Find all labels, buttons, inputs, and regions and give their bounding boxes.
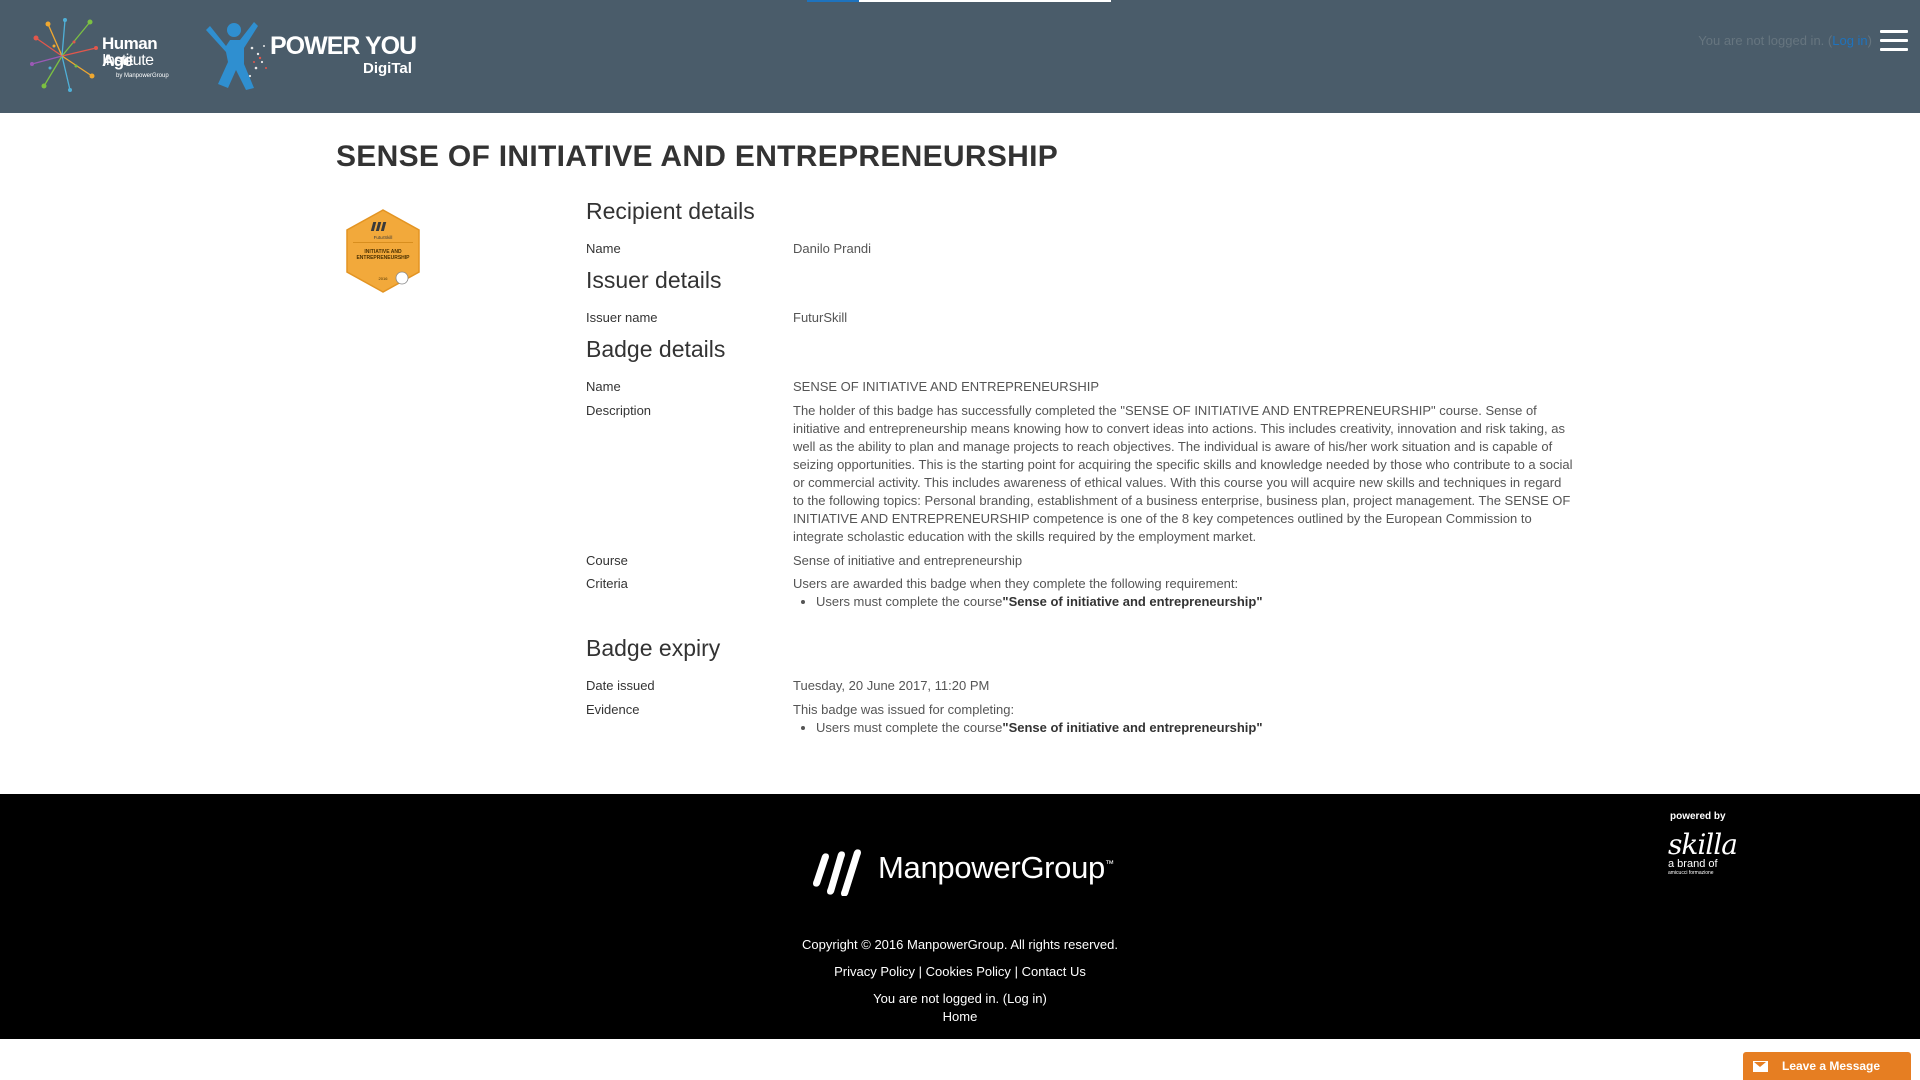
power-you-title: POWER YOU bbox=[270, 32, 417, 60]
badge-expiry-heading: Badge expiry bbox=[586, 635, 721, 661]
evidence-intro: This badge was issued for completing: bbox=[793, 702, 1015, 717]
date-issued-label: Date issued bbox=[586, 678, 655, 693]
privacy-policy-link[interactable]: Privacy Policy bbox=[834, 964, 915, 979]
criteria-course-name: "Sense of initiative and entrepreneurshi… bbox=[1002, 594, 1263, 609]
footer-home-link[interactable]: Home bbox=[943, 1009, 978, 1024]
page: Human Age Institute by ManpowerGroup POW… bbox=[0, 0, 1920, 1080]
criteria-item-text: Users must complete the course bbox=[816, 594, 1003, 609]
skilla-logo[interactable]: skilla a brand of amicucci formazione bbox=[1668, 828, 1738, 886]
human-age-institute-logo[interactable]: Human Age Institute by ManpowerGroup bbox=[30, 18, 185, 94]
recipient-name-value: Danilo Prandi bbox=[793, 241, 872, 256]
jumping-person-icon bbox=[206, 22, 267, 90]
hamburger-line bbox=[1880, 39, 1908, 42]
page-load-progress-fill bbox=[807, 0, 859, 2]
issuer-name-label: Issuer name bbox=[586, 310, 658, 325]
badge-description-value: The holder of this badge has successfull… bbox=[793, 403, 1573, 544]
hamburger-menu-icon[interactable] bbox=[1880, 30, 1908, 52]
badge-label-line2: ENTREPRENEURSHIP bbox=[356, 255, 410, 261]
issuer-name-row: Issuer name FuturSkill bbox=[586, 309, 1586, 327]
footer-login-status[interactable]: You are not logged in. (Log in) bbox=[0, 991, 1920, 1006]
evidence-row: Evidence This badge was issued for compl… bbox=[586, 701, 1586, 737]
badge-criteria-label: Criteria bbox=[586, 576, 628, 591]
leave-message-button[interactable]: Leave a Message bbox=[1743, 1052, 1911, 1080]
badge-course-label: Course bbox=[586, 553, 628, 568]
badge-course-row: Course Sense of initiative and entrepren… bbox=[586, 552, 1586, 570]
badge-criteria-value: Users are awarded this badge when they c… bbox=[793, 575, 1573, 611]
powered-by-label: powered by bbox=[1670, 811, 1726, 822]
badge-description-label: Description bbox=[586, 403, 652, 418]
trademark-symbol: ™ bbox=[1105, 858, 1114, 869]
badge-name-value: SENSE OF INITIATIVE AND ENTREPRENEURSHIP bbox=[793, 379, 1100, 394]
header-login-status: You are not logged in. (Log in) bbox=[1698, 33, 1872, 48]
issuer-name-value: FuturSkill bbox=[793, 310, 848, 325]
criteria-list-item: Users must complete the course"Sense of … bbox=[816, 593, 1573, 611]
login-status-suffix: ) bbox=[1867, 33, 1872, 48]
badge-image: FuturSkill INITIATIVE AND ENTREPRENEURSH… bbox=[345, 208, 421, 294]
criteria-list: Users must complete the course"Sense of … bbox=[816, 593, 1573, 611]
evidence-item-text: Users must complete the course bbox=[816, 720, 1003, 735]
page-load-progress bbox=[807, 0, 1111, 2]
badge-details-heading: Badge details bbox=[586, 336, 726, 362]
badge-org-text: FuturSkill bbox=[374, 235, 393, 240]
manpowergroup-name: ManpowerGroup bbox=[878, 850, 1105, 885]
badge-criteria-row: Criteria Users are awarded this badge wh… bbox=[586, 575, 1586, 611]
evidence-course-name: "Sense of initiative and entrepreneurshi… bbox=[1002, 720, 1263, 735]
badge-course-value: Sense of initiative and entrepreneurship bbox=[793, 553, 1023, 568]
badge-name-label: Name bbox=[586, 379, 621, 394]
hamburger-line bbox=[1880, 30, 1908, 33]
hai-logo-sub: by ManpowerGroup bbox=[116, 73, 169, 79]
envelope-icon bbox=[1753, 1060, 1768, 1072]
hamburger-line bbox=[1880, 48, 1908, 51]
evidence-value: This badge was issued for completing: Us… bbox=[793, 701, 1573, 737]
footer-link-separator: | bbox=[1014, 964, 1018, 979]
cookies-policy-link[interactable]: Cookies Policy bbox=[926, 964, 1011, 979]
footer-home-wrap: Home bbox=[0, 1009, 1920, 1024]
contact-us-link[interactable]: Contact Us bbox=[1022, 964, 1086, 979]
skilla-logo-name: skilla bbox=[1668, 828, 1738, 861]
badge-name-row: Name SENSE OF INITIATIVE AND ENTREPRENEU… bbox=[586, 378, 1586, 396]
header-bar: Human Age Institute by ManpowerGroup POW… bbox=[0, 0, 1920, 113]
leave-message-label: Leave a Message bbox=[1782, 1059, 1881, 1073]
evidence-label: Evidence bbox=[586, 702, 640, 717]
footer-copyright: Copyright © 2016 ManpowerGroup. All righ… bbox=[802, 937, 1118, 952]
evidence-list: Users must complete the course"Sense of … bbox=[816, 719, 1573, 737]
badge-hexagon-icon: FuturSkill INITIATIVE AND ENTREPRENEURSH… bbox=[346, 209, 420, 293]
footer-links: Privacy Policy | Cookies Policy | Contac… bbox=[0, 964, 1920, 979]
badge-year-text: 2016 bbox=[379, 276, 389, 281]
hai-logo-line2: Institute bbox=[102, 52, 154, 69]
footer-link-separator: | bbox=[918, 964, 923, 979]
evidence-list-item: Users must complete the course"Sense of … bbox=[816, 719, 1573, 737]
recipient-name-row: Name Danilo Prandi bbox=[586, 240, 1586, 258]
recipient-name-label: Name bbox=[586, 241, 621, 256]
login-status-prefix: You are not logged in. ( bbox=[1698, 33, 1833, 48]
date-issued-value: Tuesday, 20 June 2017, 11:20 PM bbox=[793, 678, 990, 693]
manpowergroup-logo-text: ManpowerGroup™ bbox=[878, 850, 1114, 886]
page-title: SENSE OF INITIATIVE AND ENTREPRENEURSHIP bbox=[336, 140, 1059, 173]
issuer-details-heading: Issuer details bbox=[586, 267, 722, 293]
starburst-icon bbox=[30, 18, 98, 92]
badge-seal-icon bbox=[395, 271, 409, 285]
power-you-digital-logo[interactable]: POWER YOU DigiTal bbox=[200, 18, 420, 94]
badge-details-panel: Recipient details Name Danilo Prandi Iss… bbox=[586, 198, 1586, 737]
power-you-subtitle: DigiTal bbox=[363, 60, 412, 77]
recipient-details-heading: Recipient details bbox=[586, 198, 755, 224]
criteria-intro: Users are awarded this badge when they c… bbox=[793, 576, 1239, 591]
manpowergroup-mark-icon bbox=[813, 849, 861, 897]
skilla-logo-tiny: amicucci formazione bbox=[1668, 870, 1714, 876]
date-issued-row: Date issued Tuesday, 20 June 2017, 11:20… bbox=[586, 677, 1586, 695]
manpowergroup-logo[interactable]: ManpowerGroup™ bbox=[806, 840, 1116, 897]
header-login-link[interactable]: Log in bbox=[1832, 33, 1867, 48]
badge-description-row: Description The holder of this badge has… bbox=[586, 402, 1586, 546]
